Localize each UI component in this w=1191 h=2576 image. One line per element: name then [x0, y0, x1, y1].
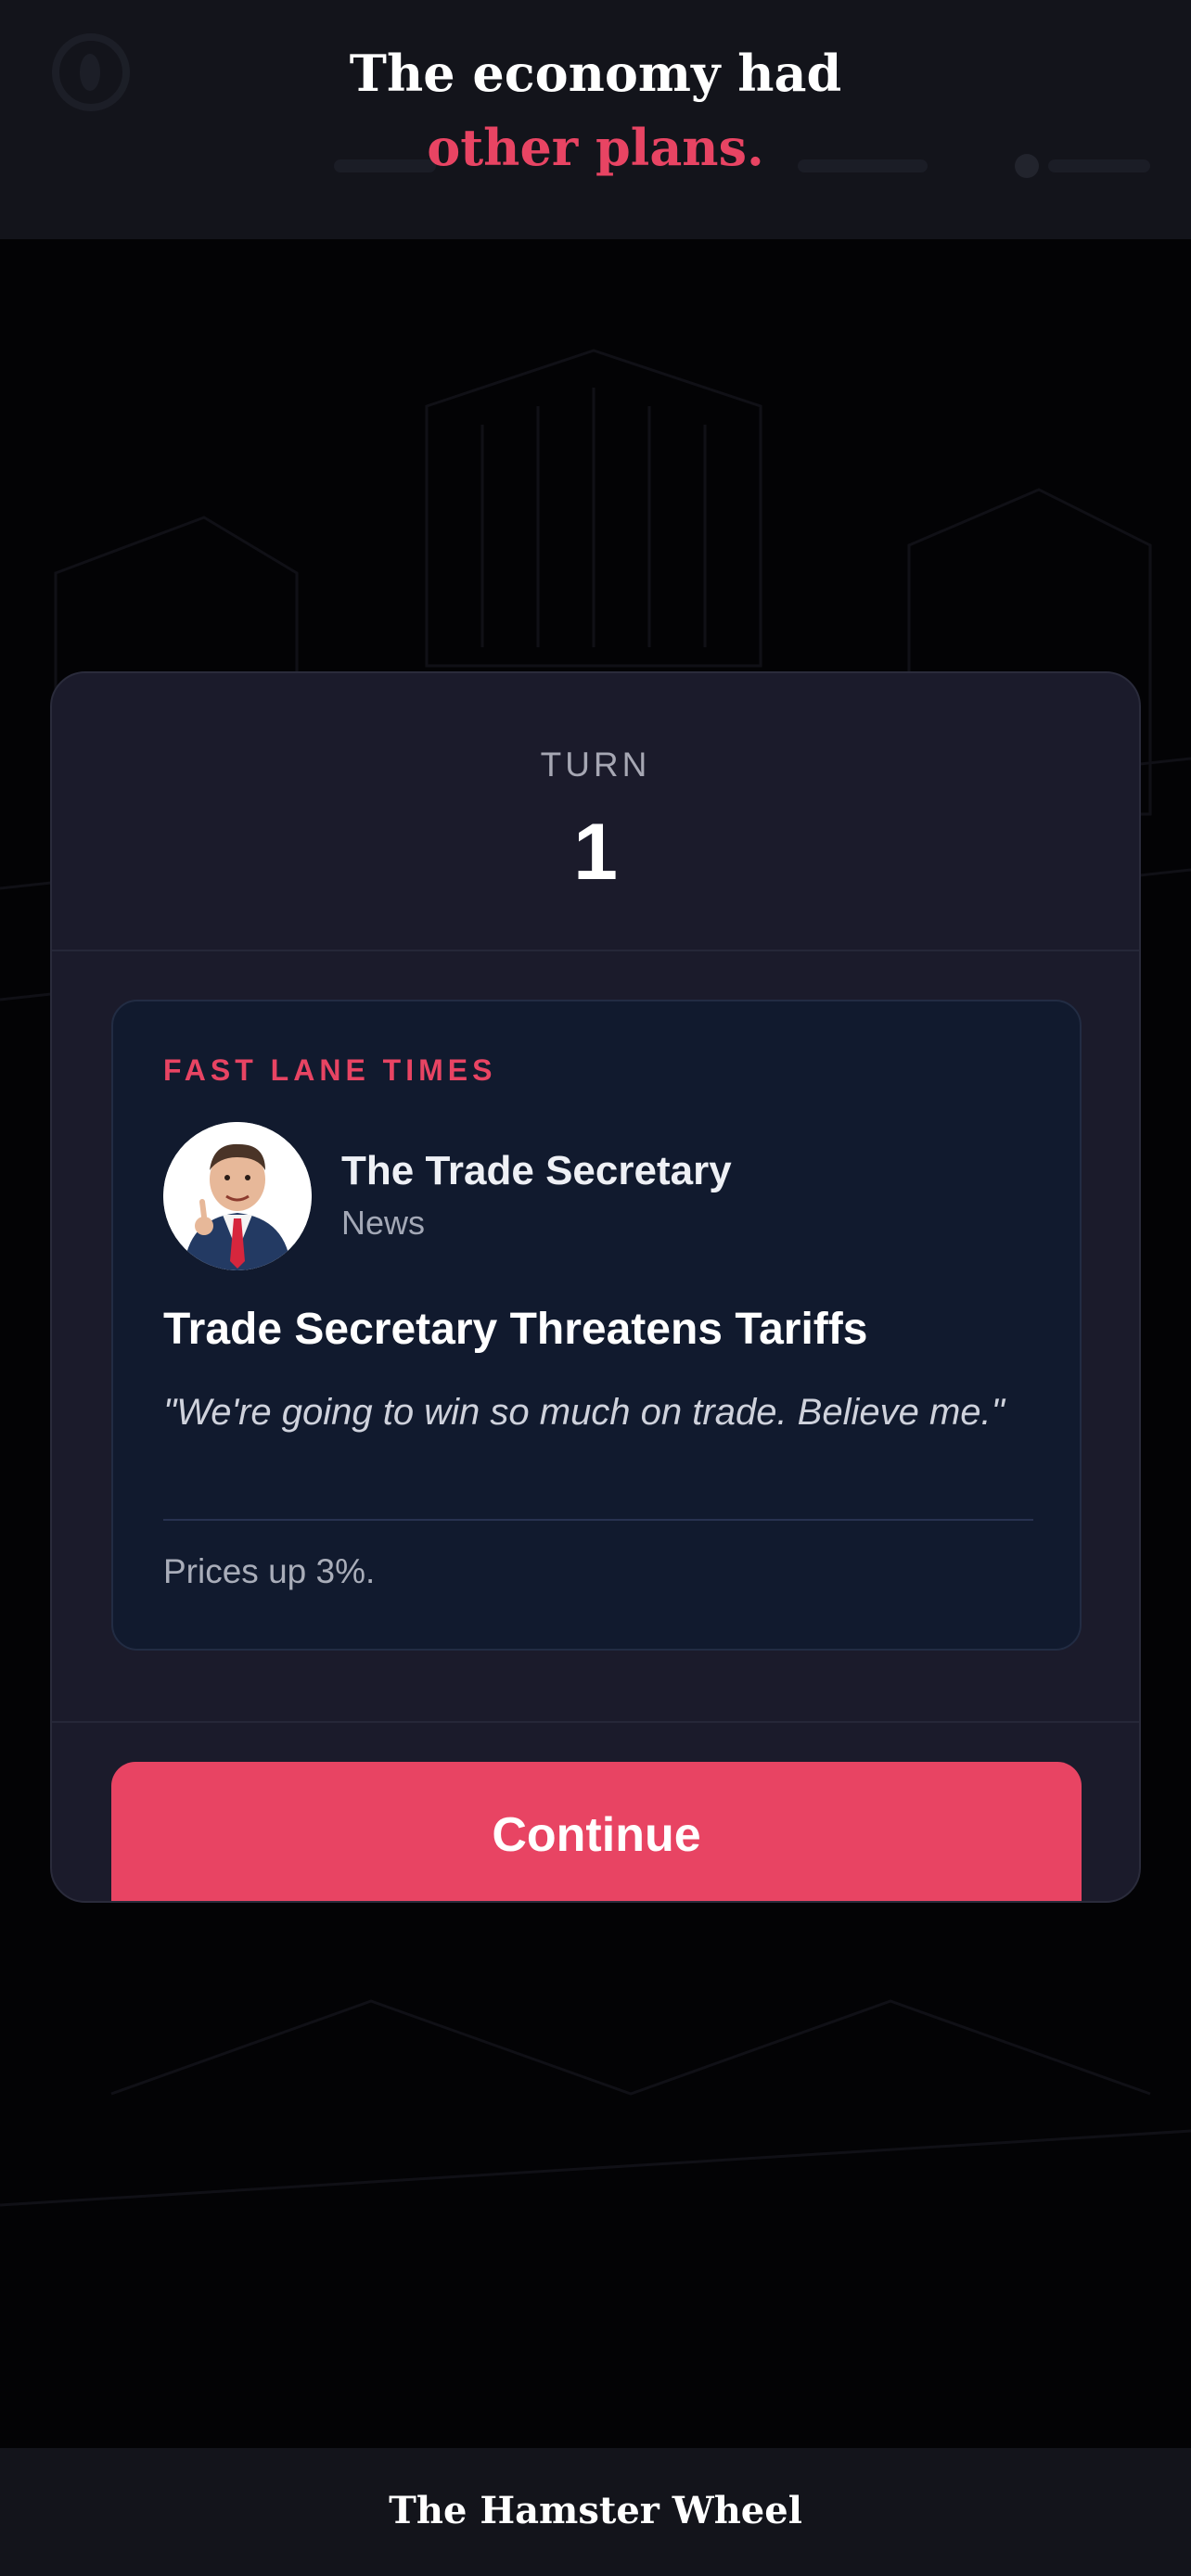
- headline-line-2: other plans.: [427, 118, 764, 177]
- news-event-modal: TURN 1 FAST LANE TIMES The Trade Secreta…: [50, 671, 1141, 1903]
- modal-divider: [52, 950, 1139, 951]
- news-headline: Trade Secretary Threatens Tariffs: [163, 1305, 868, 1354]
- card-divider: [163, 1519, 1033, 1521]
- continue-button[interactable]: Continue: [111, 1762, 1082, 1901]
- news-card: FAST LANE TIMES The Trade Secretary News…: [111, 1000, 1082, 1651]
- news-outlet: FAST LANE TIMES: [163, 1053, 497, 1087]
- footer-title: The Hamster Wheel: [389, 2489, 802, 2532]
- trade-secretary-avatar-icon: [163, 1122, 312, 1270]
- top-header: The economy had other plans.: [0, 0, 1191, 239]
- turn-number: 1: [573, 808, 618, 897]
- modal-divider: [52, 1721, 1139, 1723]
- turn-label: TURN: [540, 746, 651, 784]
- news-effect: Prices up 3%.: [163, 1552, 376, 1590]
- headline-line-1: The economy had: [349, 44, 842, 103]
- news-quote: "We're going to win so much on trade. Be…: [163, 1392, 1005, 1433]
- author-name: The Trade Secretary: [341, 1148, 732, 1193]
- footer: The Hamster Wheel: [0, 2448, 1191, 2576]
- author-role: News: [341, 1204, 426, 1242]
